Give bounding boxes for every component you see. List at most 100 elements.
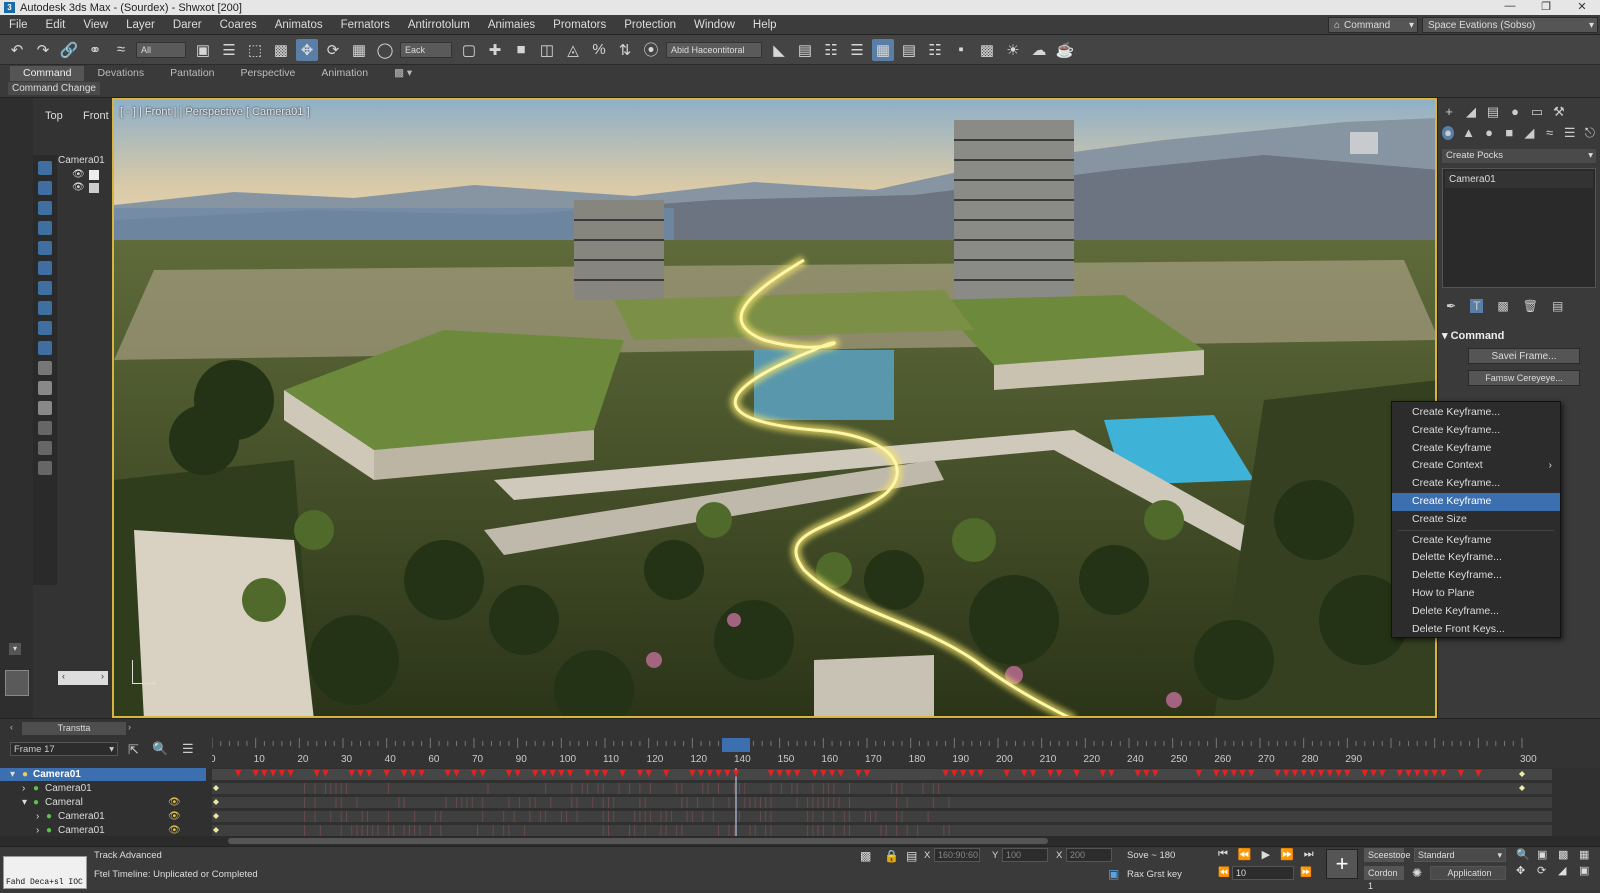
ctx-item-create-keyframe-2[interactable]: Create Keyframe...: [1392, 422, 1560, 440]
keyframe-marker[interactable]: [1099, 770, 1106, 777]
isolate-icon[interactable]: ▩: [860, 849, 871, 863]
select-tool-icon[interactable]: [38, 161, 52, 175]
range-end-marker[interactable]: [1519, 785, 1525, 791]
expand-icon[interactable]: ›: [36, 810, 39, 823]
keyframe-marker[interactable]: [270, 770, 277, 777]
keyframe-marker[interactable]: [942, 770, 949, 777]
keyframe-marker[interactable]: [663, 770, 670, 777]
keyframe-marker[interactable]: [1213, 770, 1220, 777]
create-tab-icon[interactable]: +: [1442, 105, 1456, 119]
keyframe-marker[interactable]: [829, 770, 836, 777]
scale-icon[interactable]: ▦: [348, 39, 370, 61]
keyframe-marker[interactable]: [724, 770, 731, 777]
menu-view[interactable]: View: [74, 19, 117, 31]
keyframe-marker[interactable]: [1248, 770, 1255, 777]
secondary-button[interactable]: Famsw Cereyeye...: [1468, 370, 1580, 386]
spinner-snap-icon[interactable]: ⇅: [614, 39, 636, 61]
workspace-dropdown[interactable]: ⌂ Command ▾: [1328, 17, 1418, 33]
keyframe-marker[interactable]: [383, 770, 390, 777]
keyframe-marker[interactable]: [960, 770, 967, 777]
ctx-item-delete-front-keys[interactable]: Delete Front Keys...: [1392, 621, 1560, 639]
lock-icon[interactable]: 🔒: [884, 849, 899, 863]
frame-dropdown[interactable]: Frame 17 ▾: [10, 742, 118, 756]
keyframe-marker[interactable]: [235, 770, 242, 777]
visibility-eye-icon[interactable]: 👁: [72, 169, 85, 180]
track-name[interactable]: Camera01: [58, 824, 105, 837]
curve-editor-icon[interactable]: ▦: [872, 38, 894, 61]
expand-icon[interactable]: ▾: [22, 796, 27, 809]
select-object-icon[interactable]: ▣: [192, 39, 214, 61]
place-icon[interactable]: ◯: [374, 39, 396, 61]
zoom-all-icon[interactable]: ▣: [1537, 848, 1555, 861]
modify-tab-icon[interactable]: ◢: [1464, 105, 1478, 119]
perspective-viewport[interactable]: [ - ] | Front | | Perspective [ Camera01…: [112, 98, 1437, 718]
lights-icon[interactable]: ●: [1483, 126, 1495, 140]
keyframe-marker[interactable]: [252, 770, 259, 777]
menu-coares[interactable]: Coares: [211, 19, 266, 31]
keyframe-marker[interactable]: [348, 770, 355, 777]
ctx-item-create-keyframe-3[interactable]: Create Keyframe: [1392, 440, 1560, 458]
keyframe-marker[interactable]: [1309, 770, 1316, 777]
systems-icon[interactable]: ☰: [1564, 126, 1576, 140]
mirror-icon[interactable]: ◣: [768, 39, 790, 61]
keyframe-marker[interactable]: [1134, 770, 1141, 777]
keyframe-marker[interactable]: [776, 770, 783, 777]
save-frame-button[interactable]: Savei Frame...: [1468, 348, 1580, 364]
orbit-icon[interactable]: ⟳: [1537, 864, 1555, 877]
redo-icon[interactable]: ↷: [32, 39, 54, 61]
ctx-item-create-context[interactable]: Create Context ›: [1392, 457, 1560, 475]
expand-icon[interactable]: ›: [36, 824, 39, 837]
keyframe-marker[interactable]: [1414, 770, 1421, 777]
menu-file[interactable]: File: [0, 19, 37, 31]
keyframe-marker[interactable]: [602, 770, 608, 777]
cylinder-tool-icon[interactable]: [38, 221, 52, 235]
keyframe-marker[interactable]: [549, 770, 556, 777]
cameras-icon[interactable]: ■: [1503, 126, 1515, 140]
visibility-eye-icon[interactable]: 👁: [168, 796, 181, 809]
keyframe-marker[interactable]: [532, 770, 539, 777]
zoom-extents-icon[interactable]: ▩: [1558, 848, 1576, 861]
keyframe-marker[interactable]: [706, 770, 713, 777]
pan-icon[interactable]: ✥: [1516, 864, 1534, 877]
ctx-item-how-to-plane[interactable]: How to Plane: [1392, 585, 1560, 603]
spacewarps-icon[interactable]: ≈: [1544, 126, 1556, 140]
render-cloud-icon[interactable]: ☁: [1028, 39, 1050, 61]
ribbon-tab-devations[interactable]: Devations: [84, 66, 157, 81]
keyframe-marker[interactable]: [1361, 770, 1368, 777]
keyframe-marker[interactable]: [505, 770, 512, 777]
ref-coord-dropdown[interactable]: Eack: [400, 41, 452, 58]
keyframe-marker[interactable]: [636, 770, 643, 777]
keyframe-marker[interactable]: [1370, 770, 1377, 777]
ctx-item-create-size[interactable]: Create Size: [1392, 511, 1560, 529]
minimize-icon[interactable]: —: [1492, 0, 1528, 13]
remove-modifier-icon[interactable]: 🗑: [1523, 299, 1538, 313]
menu-darer[interactable]: Darer: [164, 19, 211, 31]
keyframe-marker[interactable]: [1143, 770, 1150, 777]
menu-layer[interactable]: Layer: [117, 19, 164, 31]
z-coord-field[interactable]: 200: [1066, 848, 1112, 862]
keyframe-marker[interactable]: [540, 770, 547, 777]
expand-icon[interactable]: ›: [22, 782, 25, 795]
keyboard-shortcut-icon[interactable]: ■: [510, 39, 532, 61]
visibility-eye-icon[interactable]: 👁: [72, 182, 85, 193]
keyframe-marker[interactable]: [514, 770, 521, 777]
time-cursor[interactable]: [722, 738, 750, 752]
keyframe-marker[interactable]: [1344, 770, 1351, 777]
track-name[interactable]: Camera01: [33, 768, 81, 781]
keyframe-marker[interactable]: [767, 770, 774, 777]
menu-edit[interactable]: Edit: [37, 19, 75, 31]
display-tool-icon[interactable]: [38, 421, 52, 435]
range-start-marker[interactable]: [213, 827, 219, 833]
system-tool-icon[interactable]: [38, 341, 52, 355]
menu-antirrotolum[interactable]: Antirrotolum: [399, 19, 479, 31]
track-scrollbar[interactable]: [212, 836, 1552, 846]
motion-tool-icon[interactable]: [38, 401, 52, 415]
link-icon[interactable]: 🔗: [58, 39, 80, 61]
keyframe-marker[interactable]: [401, 770, 408, 777]
hierarchy-tab-icon[interactable]: ▤: [1486, 105, 1500, 119]
keyframe-marker[interactable]: [444, 770, 451, 777]
object-type-dropdown[interactable]: Create Pocks ▾: [1442, 149, 1596, 163]
keyframe-marker[interactable]: [1222, 770, 1229, 777]
rect-region-icon[interactable]: ⬚: [244, 39, 266, 61]
viewport-label[interactable]: [ - ] | Front | | Perspective [ Camera01…: [120, 106, 310, 118]
